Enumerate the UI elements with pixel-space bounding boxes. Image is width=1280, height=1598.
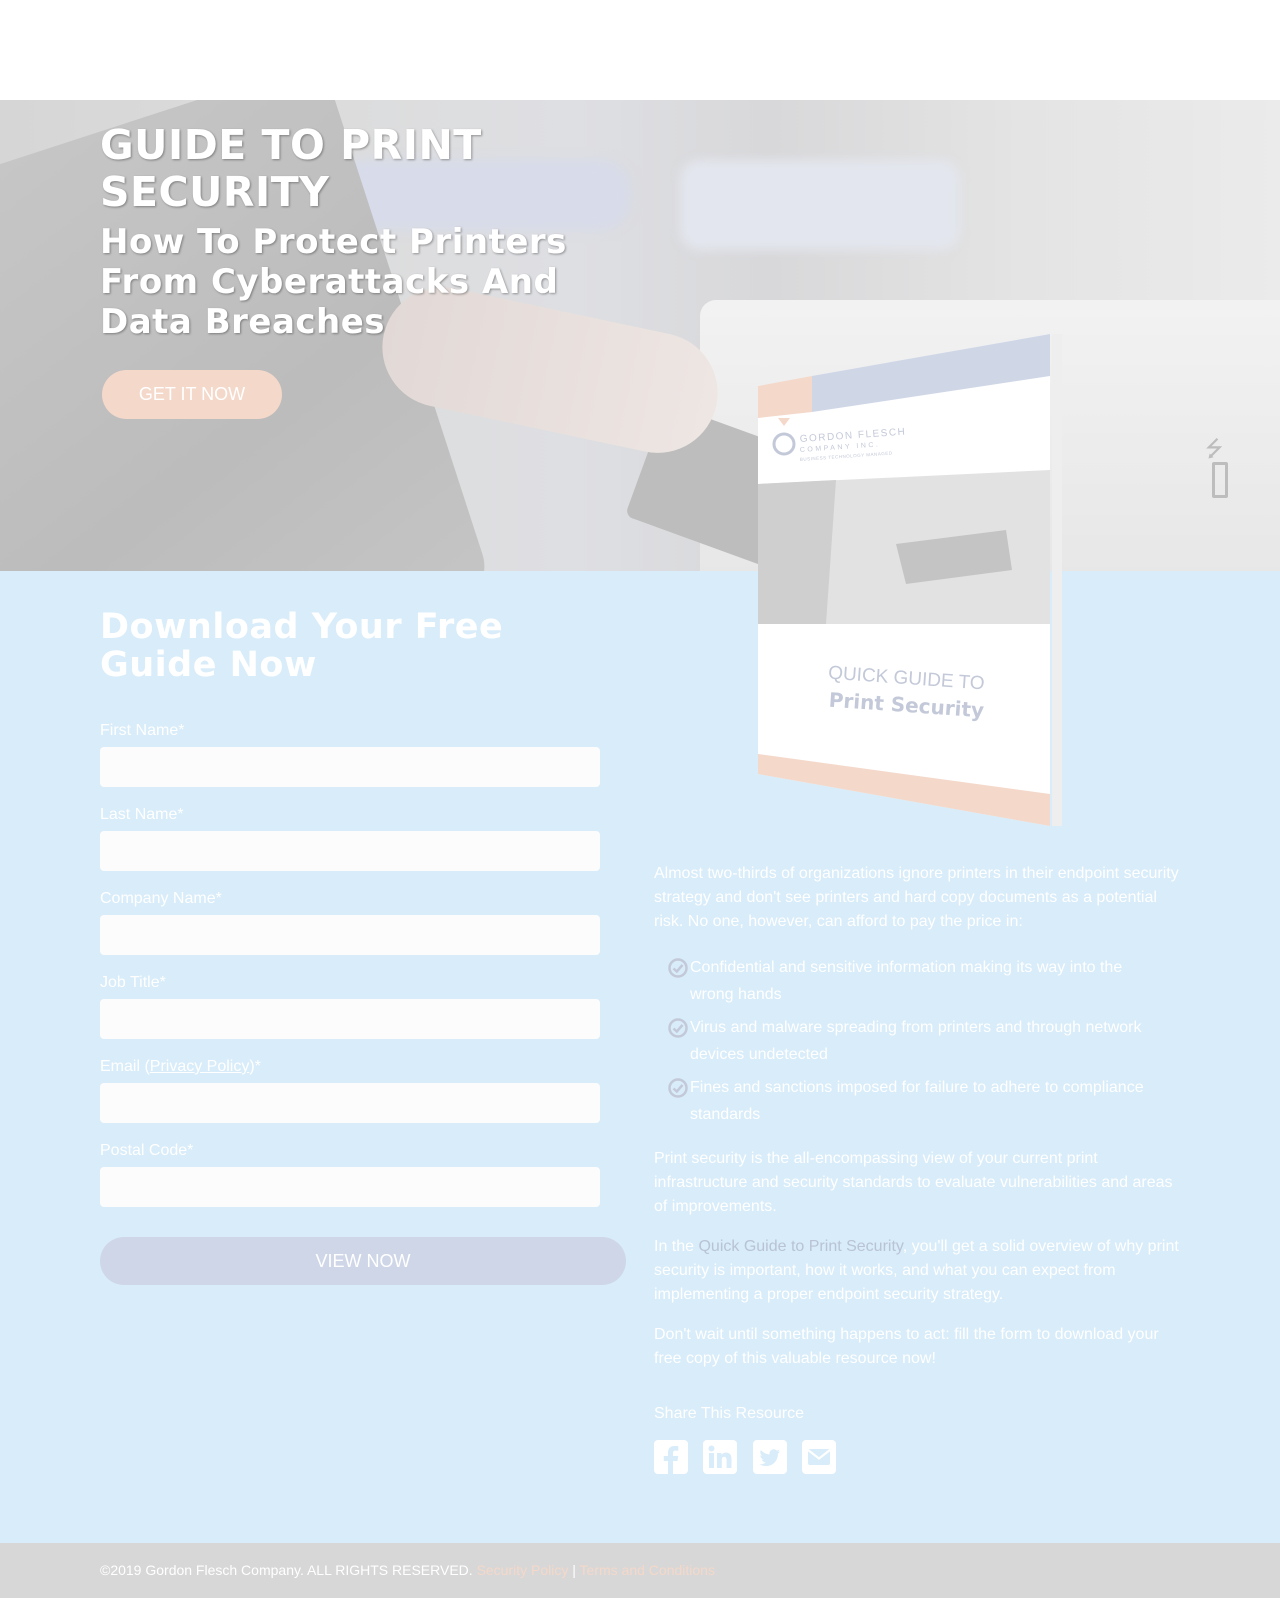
- check-circle-icon: [668, 1018, 688, 1038]
- twitter-icon[interactable]: [753, 1440, 787, 1474]
- list-item-text: Confidential and sensitive information m…: [690, 959, 1123, 1003]
- security-policy-link[interactable]: Security Policy: [477, 1562, 569, 1578]
- top-header-bar: [0, 0, 1280, 100]
- company-name-label: Company Name*: [100, 890, 222, 907]
- postal-code-label: Postal Code*: [100, 1142, 194, 1159]
- share-label: Share This Resource: [654, 1405, 804, 1422]
- list-item: Virus and malware spreading from printer…: [668, 1014, 1168, 1068]
- email-icon[interactable]: [802, 1440, 836, 1474]
- first-name-field[interactable]: [100, 747, 600, 787]
- email-label-suffix: )*: [249, 1058, 261, 1075]
- footer-text: ©2019 Gordon Flesch Company. ALL RIGHTS …: [100, 1562, 715, 1578]
- last-name-label: Last Name*: [100, 806, 184, 823]
- view-now-button[interactable]: VIEW NOW: [100, 1237, 626, 1285]
- hero-background-blur: [680, 160, 960, 250]
- list-item-text: Virus and malware spreading from printer…: [690, 1019, 1142, 1063]
- first-name-label: First Name*: [100, 722, 185, 739]
- copyright-text: ©2019 Gordon Flesch Company. ALL RIGHTS …: [100, 1562, 473, 1578]
- page-subtitle: How To Protect Printers From Cyberattack…: [100, 222, 567, 342]
- paragraph-quick-guide: In the Quick Guide to Print Security, yo…: [654, 1235, 1182, 1307]
- risk-list: Confidential and sensitive information m…: [668, 954, 1168, 1134]
- list-item: Fines and sanctions imposed for failure …: [668, 1074, 1168, 1128]
- paragraph-call-to-action: Don't wait until something happens to ac…: [654, 1326, 1159, 1367]
- terms-link[interactable]: Terms and Conditions: [580, 1562, 715, 1578]
- privacy-policy-link[interactable]: Privacy Policy: [150, 1058, 250, 1075]
- footer-separator: |: [572, 1562, 576, 1578]
- linkedin-icon[interactable]: [703, 1440, 737, 1474]
- form-heading: Download Your Free Guide Now: [100, 607, 504, 685]
- cover-photo-sleeve: [758, 480, 836, 624]
- check-circle-icon: [668, 1078, 688, 1098]
- guide-cover-image: GORDON FLESCH COMPANY INC. BUSINESS TECH…: [756, 334, 1066, 834]
- guide-cover-graphic: GORDON FLESCH COMPANY INC. BUSINESS TECH…: [758, 334, 1050, 826]
- usb-slot-icon: [1212, 462, 1228, 498]
- company-name-field[interactable]: [100, 915, 600, 955]
- guide-cover-edge: [1052, 334, 1062, 826]
- facebook-icon[interactable]: [654, 1440, 688, 1474]
- email-field[interactable]: [100, 1083, 600, 1123]
- cover-peach-tab: [758, 376, 812, 418]
- email-label: Email (Privacy Policy)*: [100, 1058, 261, 1076]
- page-title: GUIDE TO PRINT SECURITY: [100, 121, 482, 216]
- email-label-prefix: Email (: [100, 1058, 150, 1075]
- postal-code-field[interactable]: [100, 1167, 600, 1207]
- intro-paragraph: Almost two-thirds of organizations ignor…: [654, 865, 1179, 930]
- check-circle-icon: [668, 958, 688, 978]
- get-it-now-button[interactable]: GET IT NOW: [102, 370, 282, 419]
- job-title-label: Job Title*: [100, 974, 166, 991]
- list-item-text: Fines and sanctions imposed for failure …: [690, 1079, 1144, 1123]
- list-item: Confidential and sensitive information m…: [668, 954, 1168, 1008]
- last-name-field[interactable]: [100, 831, 600, 871]
- paragraph-quick-guide-prefix: In the: [654, 1238, 699, 1255]
- quick-guide-highlight: Quick Guide to Print Security: [698, 1238, 903, 1255]
- job-title-field[interactable]: [100, 999, 600, 1039]
- paragraph-print-security: Print security is the all-encompassing v…: [654, 1150, 1173, 1215]
